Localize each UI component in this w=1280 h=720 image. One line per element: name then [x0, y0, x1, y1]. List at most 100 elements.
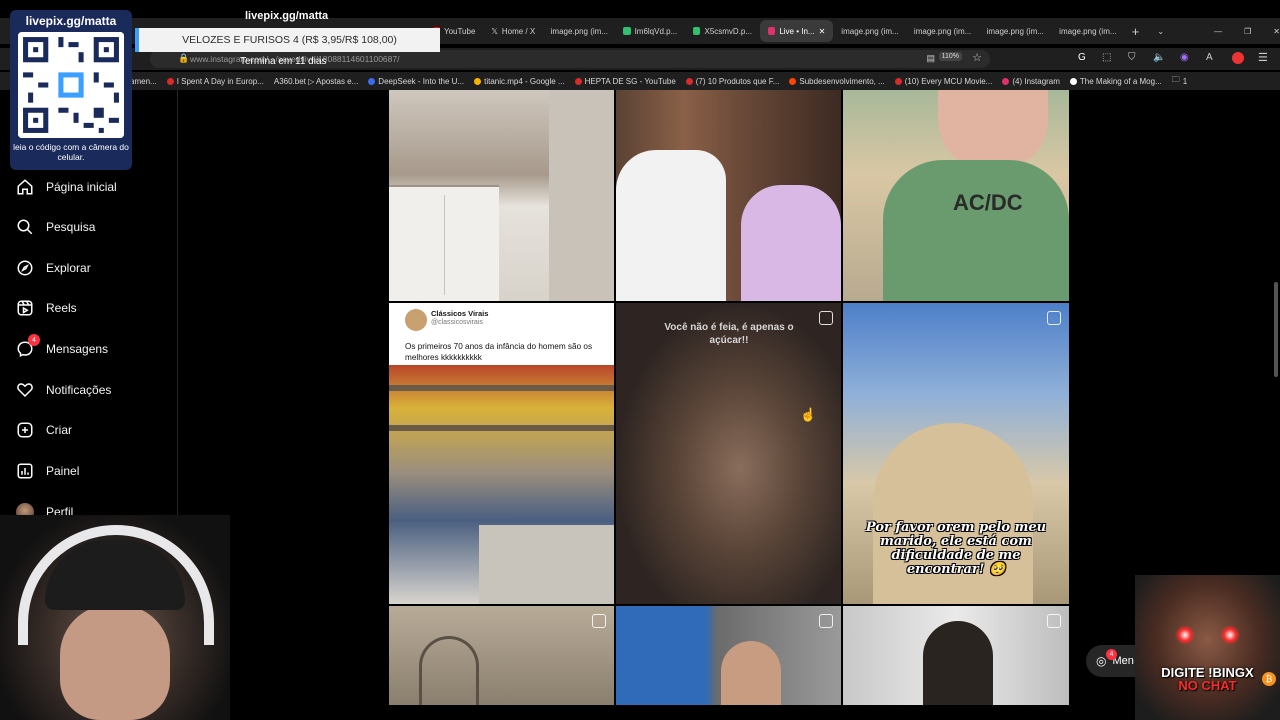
- bingx-promo-text: DIGITE !BINGX NO CHAT: [1161, 665, 1254, 693]
- close-icon[interactable]: ✕: [819, 27, 826, 36]
- post-thumbnail[interactable]: [843, 606, 1069, 705]
- translate-icon[interactable]: A: [1206, 52, 1213, 63]
- google-icon[interactable]: G: [1078, 52, 1086, 63]
- messenger-icon: ◎: [1096, 654, 1107, 668]
- menu-icon[interactable]: ☰: [1258, 51, 1268, 64]
- white-shirt-shape: [616, 150, 726, 301]
- post-thumbnail[interactable]: AC/DC: [843, 90, 1069, 301]
- browser-tab[interactable]: image.png (im...: [1051, 20, 1124, 42]
- extensions-icon[interactable]: ⬚: [1102, 52, 1111, 63]
- browser-tab-active[interactable]: Live • In... ✕: [760, 20, 834, 42]
- youtube-icon: [894, 77, 902, 85]
- scrollbar[interactable]: [1274, 282, 1278, 377]
- sidebar-item-explore[interactable]: Explorar: [16, 259, 91, 277]
- adblock-icon[interactable]: [1232, 52, 1244, 64]
- shelf-shape: [389, 425, 614, 431]
- sidebar-item-search[interactable]: Pesquisa: [16, 218, 95, 236]
- post-thumbnail[interactable]: Por favor orem pelo meu marido, ele está…: [843, 303, 1069, 604]
- instagram-icon: [1002, 77, 1010, 85]
- glowing-eyes: [1175, 625, 1195, 645]
- browser-tab[interactable]: image.png (im...: [906, 20, 979, 42]
- notification-badge: 4: [28, 334, 40, 346]
- minimize-icon[interactable]: —: [1214, 27, 1222, 36]
- post-thumbnail[interactable]: [389, 90, 614, 301]
- reels-icon: [1047, 614, 1061, 628]
- sidebar-item-home[interactable]: Página inicial: [16, 178, 117, 196]
- puzzle-icon[interactable]: ◉: [1180, 52, 1189, 63]
- bookmark-item[interactable]: HEPTA DE SG - YouTube: [574, 77, 676, 86]
- tweet-text: Os primeiros 70 anos da infância do home…: [405, 342, 593, 362]
- donation-goal-bar: VELOZES E FURISOS 4 (R$ 3,95/R$ 108,00): [135, 28, 440, 52]
- sidebar-item-create[interactable]: Criar: [16, 421, 72, 439]
- zoom-level[interactable]: 110%: [938, 52, 962, 61]
- glowing-eyes: [1220, 625, 1240, 645]
- heart-icon: [17, 383, 33, 398]
- restore-icon[interactable]: ❐: [1244, 27, 1251, 36]
- folder-icon: 🗀: [1171, 75, 1180, 84]
- browser-tab[interactable]: Im6lqVd.p...: [615, 20, 685, 42]
- deepseek-icon: [368, 77, 376, 85]
- browser-tab[interactable]: image.png (im...: [979, 20, 1052, 42]
- doorway-shape: [549, 90, 614, 301]
- tweet-avatar: [405, 309, 427, 331]
- bookmark-item[interactable]: I Spent A Day in Europ...: [166, 77, 264, 86]
- sidebar-item-notifications[interactable]: Notificações: [16, 381, 111, 399]
- image-icon: [623, 27, 631, 35]
- bookmark-item[interactable]: (7) 10 Produtos que F...: [685, 77, 779, 86]
- browser-tab[interactable]: image.png (im...: [543, 20, 616, 42]
- bookmark-folder[interactable]: 🗀 1: [1172, 74, 1187, 88]
- post-thumbnail[interactable]: [389, 606, 614, 705]
- browser-tab[interactable]: 𝕏 Home / X: [483, 20, 542, 42]
- green-shirt-shape: [883, 160, 1069, 301]
- plus-square-icon: [17, 422, 33, 438]
- reddit-icon: [789, 77, 797, 85]
- post-thumbnail[interactable]: Clássicos Virais @classicosvirais Os pri…: [389, 303, 614, 604]
- post-thumbnail[interactable]: [616, 90, 841, 301]
- face-shape: [60, 605, 170, 720]
- browser-tab[interactable]: image.png (im...: [833, 20, 906, 42]
- volume-icon[interactable]: 🔈: [1153, 52, 1165, 63]
- image-icon: [693, 27, 701, 35]
- sidebar-item-reels[interactable]: Reels: [16, 299, 77, 317]
- browser-tab[interactable]: X5csmvD.p...: [685, 20, 760, 42]
- post-caption: Por favor orem pelo meu marido, ele está…: [865, 520, 1047, 577]
- post-thumbnail[interactable]: [616, 606, 841, 705]
- x-icon: 𝕏: [491, 26, 498, 36]
- bookmark-item[interactable]: titanic.mp4 - Google ...: [474, 77, 565, 86]
- youtube-icon: [166, 77, 174, 85]
- cursor-icon: ☝: [800, 407, 817, 422]
- counter-shape: [479, 525, 614, 604]
- lock-icon: 🔒: [178, 53, 190, 63]
- new-tab-icon[interactable]: +: [1132, 24, 1140, 39]
- dashboard-icon: [17, 463, 33, 479]
- compass-icon: [17, 260, 33, 276]
- qr-caption: leia o código com a câmera do celular.: [13, 142, 129, 162]
- sidebar-item-messages[interactable]: 4 Mensagens: [16, 334, 108, 358]
- guest-webcam: ₿: [1135, 575, 1280, 720]
- goal-ends-label: Termina em 11 dias: [240, 56, 327, 67]
- bookmark-item[interactable]: DeepSeek - Into the U...: [368, 77, 464, 86]
- reader-icon[interactable]: ▤: [926, 53, 935, 64]
- bookmark-item[interactable]: (10) Every MCU Movie...: [894, 77, 992, 86]
- post-caption: Você não é feia, é apenas o açúcar!!: [664, 322, 794, 346]
- tweet-photo: [389, 365, 614, 604]
- reels-icon: [819, 614, 833, 628]
- bookmark-item[interactable]: (4) Instagram: [1002, 77, 1060, 86]
- reels-icon: [17, 300, 33, 316]
- bookmarks-bar: amen... I Spent A Day in Europ... A360.b…: [0, 72, 1280, 90]
- chevron-down-icon[interactable]: ⌄: [1157, 27, 1164, 36]
- reels-icon: [1047, 311, 1061, 325]
- shield-icon[interactable]: ⛉: [1128, 52, 1136, 63]
- notification-badge: 4: [1106, 649, 1117, 660]
- tweet-handle: @classicosvirais: [431, 319, 483, 326]
- sidebar-item-dashboard[interactable]: Painel: [16, 462, 79, 480]
- window-close-icon[interactable]: ✕: [1273, 27, 1280, 36]
- star-icon[interactable]: ☆: [972, 51, 982, 64]
- bookmark-item[interactable]: Subdesenvolvimento, ...: [789, 77, 885, 86]
- post-thumbnail[interactable]: Você não é feia, é apenas o açúcar!! ☝: [616, 303, 841, 604]
- face-shape: [938, 90, 1048, 170]
- bookmark-item[interactable]: amen...: [130, 77, 157, 86]
- bookmark-item[interactable]: The Making of a Mog...: [1069, 77, 1162, 86]
- bookmark-item[interactable]: A360.bet ▷ Apostas e...: [274, 77, 358, 86]
- tweet-author-name: Clássicos Virais: [431, 309, 489, 318]
